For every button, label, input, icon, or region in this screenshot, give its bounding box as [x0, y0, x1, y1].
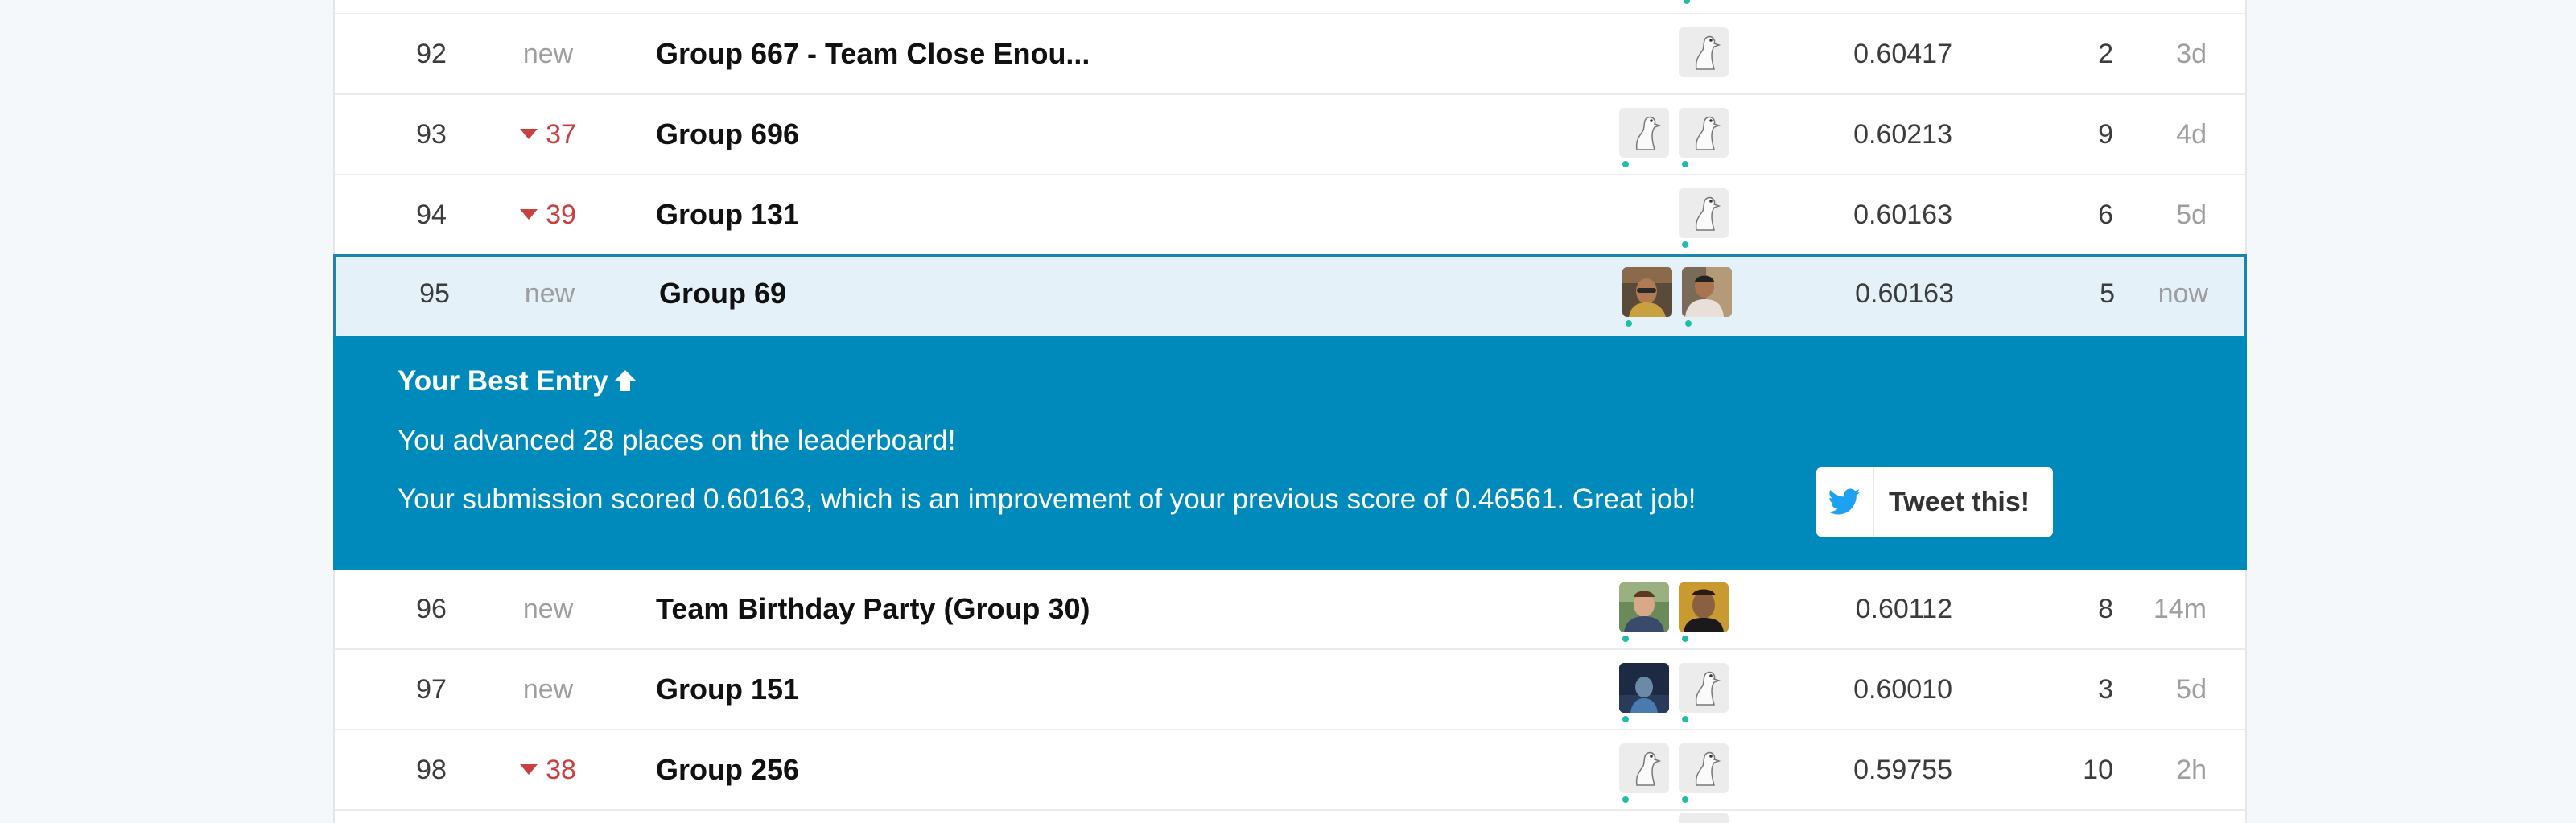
rank-change-value: 37 — [546, 119, 576, 150]
leaderboard-row[interactable]: 96 new Team Birthday Party (Group 30) 0.… — [335, 570, 2245, 650]
online-indicator — [1622, 636, 1629, 642]
member-avatar[interactable] — [1622, 267, 1672, 327]
leaderboard-row[interactable]: 98 38 Group 256 0.59755 10 2h — [335, 730, 2245, 811]
online-indicator — [1622, 796, 1629, 803]
entry-count: 2 — [2098, 39, 2113, 69]
team-name-link[interactable]: Group 667 - Team Close Enou... — [656, 14, 1090, 93]
score: 0.59755 — [1853, 755, 1952, 785]
score: 0.60163 — [1853, 200, 1952, 230]
previous-row-edge — [335, 0, 2245, 14]
rank-change-value: 38 — [546, 755, 576, 785]
entry-count: 9 — [2098, 119, 2113, 150]
entry-count: 6 — [2098, 200, 2113, 230]
leaderboard-row[interactable]: 94 39 Group 131 0.60163 6 5d — [335, 175, 2245, 256]
caret-down-icon — [520, 209, 538, 220]
tweet-button-label: Tweet this! — [1889, 487, 2030, 517]
team-name-link[interactable]: Group 151 — [656, 650, 799, 729]
team-name-link[interactable]: Group 69 — [659, 257, 786, 330]
score: 0.60010 — [1853, 674, 1952, 705]
leaderboard: 92 new Group 667 - Team Close Enou... 0.… — [333, 0, 2247, 823]
last-submission: now — [2158, 278, 2208, 309]
leaderboard-row[interactable]: 92 new Group 667 - Team Close Enou... 0.… — [335, 14, 2245, 95]
rank: 95 — [419, 278, 450, 309]
score-message: Your submission scored 0.60163, which is… — [398, 484, 1696, 515]
entry-count: 3 — [2098, 674, 2113, 705]
rank: 96 — [416, 594, 447, 624]
online-indicator — [1682, 636, 1688, 642]
twitter-bird-icon — [1816, 467, 1874, 537]
team-name-link[interactable]: Team Birthday Party (Group 30) — [656, 570, 1090, 648]
member-avatar[interactable] — [1682, 267, 1732, 327]
rank: 92 — [416, 39, 447, 69]
score: 0.60417 — [1853, 39, 1952, 69]
member-avatar[interactable] — [1679, 582, 1729, 642]
default-avatar[interactable] — [1679, 743, 1729, 803]
default-avatar — [1679, 813, 1729, 823]
rank-change: 37 — [496, 95, 600, 174]
entry-count: 5 — [2100, 278, 2115, 309]
caret-down-icon — [520, 764, 538, 775]
last-submission: 2h — [2176, 755, 2207, 785]
banner-title: Your Best Entry — [398, 365, 637, 397]
default-avatar[interactable] — [1619, 108, 1669, 167]
banner-title-text: Your Best Entry — [398, 365, 608, 397]
team-name-link[interactable]: Group 131 — [656, 175, 799, 254]
online-indicator — [1684, 0, 1690, 4]
online-indicator — [1622, 716, 1629, 722]
default-avatar[interactable] — [1679, 663, 1729, 722]
score: 0.60213 — [1853, 119, 1952, 150]
rank-change: new — [522, 594, 574, 624]
rank-change: new — [522, 674, 574, 705]
rank: 97 — [416, 674, 447, 705]
last-submission: 5d — [2176, 200, 2207, 230]
online-indicator — [1626, 320, 1632, 327]
rank: 93 — [416, 119, 447, 150]
caret-down-icon — [520, 129, 538, 139]
rank: 94 — [416, 200, 447, 230]
entry-count: 8 — [2098, 594, 2113, 624]
default-avatar[interactable] — [1619, 743, 1669, 803]
default-avatar[interactable] — [1679, 188, 1729, 248]
default-avatar[interactable] — [1679, 108, 1729, 167]
member-avatar[interactable] — [1619, 663, 1669, 722]
online-indicator — [1682, 796, 1688, 803]
advance-message: You advanced 28 places on the leaderboar… — [398, 425, 956, 456]
best-entry-banner: Your Best Entry You advanced 28 places o… — [333, 336, 2247, 570]
arrow-up-icon — [613, 366, 637, 397]
online-indicator — [1682, 241, 1688, 248]
score: 0.60163 — [1855, 278, 1954, 309]
last-submission: 3d — [2176, 39, 2207, 69]
online-indicator — [1685, 320, 1692, 327]
rank-change: new — [522, 39, 574, 69]
rank-change-value: 39 — [546, 200, 576, 230]
default-avatar[interactable] — [1679, 27, 1729, 77]
leaderboard-row[interactable]: 97 new Group 151 0.60010 3 5d — [335, 650, 2245, 730]
rank-change: 38 — [496, 730, 600, 809]
online-indicator — [1622, 161, 1629, 167]
online-indicator — [1682, 161, 1688, 167]
last-submission: 4d — [2176, 119, 2207, 150]
rank: 98 — [416, 755, 447, 785]
score: 0.60112 — [1855, 594, 1952, 624]
your-team-row[interactable]: 95 new Group 69 0.60163 5 now — [333, 254, 2247, 339]
leaderboard-row[interactable]: 93 37 Group 696 0.60213 9 4d — [335, 95, 2245, 175]
online-indicator — [1682, 716, 1688, 722]
entry-count: 10 — [2083, 755, 2113, 785]
tweet-button[interactable]: Tweet this! — [1816, 467, 2053, 537]
rank-change: 39 — [496, 175, 600, 254]
rank-change: new — [524, 278, 575, 309]
member-avatar[interactable] — [1619, 582, 1669, 642]
team-name-link[interactable]: Group 256 — [656, 730, 799, 809]
last-submission: 14m — [2153, 594, 2207, 624]
team-name-link[interactable]: Group 696 — [656, 95, 799, 174]
last-submission: 5d — [2176, 674, 2207, 705]
